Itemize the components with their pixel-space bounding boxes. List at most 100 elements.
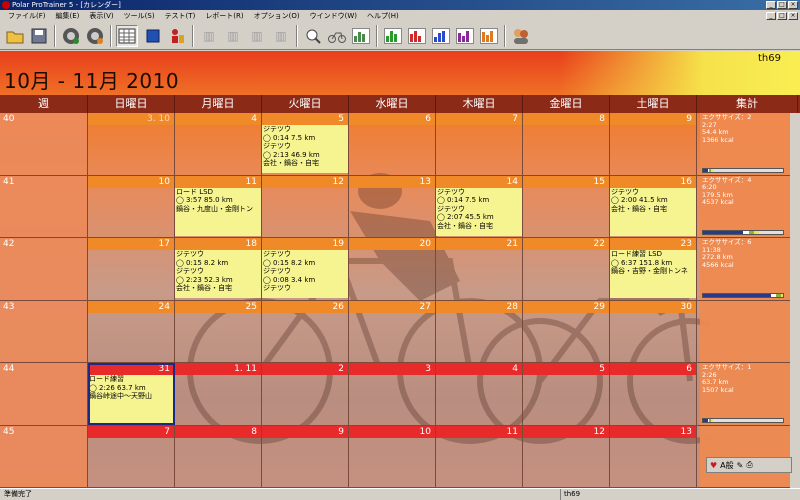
day-cell[interactable]: 3. 10 — [88, 113, 175, 175]
day-cell[interactable]: 20 — [349, 238, 436, 300]
mdi-restore-button[interactable]: □ — [777, 12, 787, 20]
graph-icon[interactable]: ▥ — [270, 25, 292, 47]
report-red-icon[interactable] — [406, 25, 428, 47]
day-cell[interactable]: 10 — [349, 425, 436, 487]
bike-icon[interactable] — [326, 25, 348, 47]
exercise-entry[interactable]: ロード LSD ◯ 3:57 85.0 km 鍋谷・九度山・金剛トン — [175, 187, 261, 236]
edit-icon[interactable]: ✎ — [737, 461, 744, 470]
menu-help[interactable]: ヘルプ(H) — [362, 10, 404, 22]
day-cell[interactable]: 14 ジテツウ ◯ 0:14 7.5 km ジテツウ ◯ 2:07 45.5 km 会社・… — [436, 175, 523, 237]
week-summary[interactable] — [700, 300, 800, 362]
day-cell[interactable]: 16 ジテツウ ◯ 2:00 41.5 km 会社・鍋谷・自宅 — [610, 175, 697, 237]
day-cell[interactable]: 4 — [175, 113, 262, 175]
maximize-button[interactable]: □ — [777, 1, 787, 9]
day-cell[interactable]: 12 — [262, 175, 349, 237]
mdi-close-button[interactable]: × — [788, 12, 798, 20]
report-green-icon[interactable] — [382, 25, 404, 47]
exercise-entry[interactable]: ジテツウ ◯ 0:15 8.2 km ジテツウ ◯ 0:08 3.4 km ジテツウ — [262, 250, 348, 298]
heart-icon[interactable]: ♥ — [710, 461, 717, 470]
day-cell[interactable]: 8 — [175, 425, 262, 487]
week-summary[interactable]: エクササイズ：2 2:27 54.4 km 1366 kcal — [700, 113, 800, 175]
day-cell[interactable]: 19 ジテツウ ◯ 0:15 8.2 km ジテツウ ◯ 0:08 3.4 km ジテツウ — [262, 238, 349, 300]
week-number[interactable]: 40 — [0, 113, 88, 175]
week-summary[interactable]: エクササイズ：4 6:20 179.5 km 4537 kcal — [700, 175, 800, 237]
minimize-button[interactable]: _ — [766, 1, 776, 9]
report-orange-icon[interactable] — [478, 25, 500, 47]
day-cell[interactable]: 17 — [88, 238, 175, 300]
day-cell[interactable]: 4 — [436, 363, 523, 425]
day-cell[interactable]: 13 — [610, 425, 697, 487]
day-cell[interactable]: 2 — [262, 363, 349, 425]
day-cell[interactable]: 10 — [88, 175, 175, 237]
day-cell[interactable]: 31 ロード練習 ◯ 2:26 63.7 km 鍋谷峠途中～天野山 — [88, 363, 175, 425]
graph-icon[interactable]: ▥ — [198, 25, 220, 47]
menu-file[interactable]: ファイル(F) — [3, 10, 51, 22]
exercise-entry[interactable]: ロード練習 ◯ 2:26 63.7 km 鍋谷峠途中～天野山 — [88, 375, 174, 423]
minitool-label[interactable]: A般 — [720, 460, 733, 471]
exercise-entry[interactable]: ロード練習 LSD ◯ 6:37 151.8 km 鍋谷・吉野・金剛トンネ — [610, 250, 696, 298]
day-cell[interactable]: 22 — [523, 238, 610, 300]
users-icon[interactable] — [510, 25, 532, 47]
week-number[interactable]: 41 — [0, 175, 88, 237]
save-icon[interactable] — [28, 25, 50, 47]
day-cell[interactable]: 5 — [523, 363, 610, 425]
day-cell[interactable]: 29 — [523, 300, 610, 362]
day-cell[interactable]: 26 — [262, 300, 349, 362]
menu-window[interactable]: ウインドウ(W) — [305, 10, 362, 22]
menu-view[interactable]: 表示(V) — [84, 10, 118, 22]
menu-tools[interactable]: ツール(S) — [119, 10, 160, 22]
calendar-view-icon[interactable] — [116, 25, 138, 47]
day-cell[interactable]: 6 — [610, 363, 697, 425]
graph-icon[interactable]: ▥ — [246, 25, 268, 47]
mdi-minimize-button[interactable]: _ — [766, 12, 776, 20]
report-blue-icon[interactable] — [430, 25, 452, 47]
day-cell[interactable]: 9 — [610, 113, 697, 175]
menu-test[interactable]: テスト(T) — [160, 10, 201, 22]
week-number[interactable]: 45 — [0, 425, 88, 487]
graph-icon[interactable] — [350, 25, 372, 47]
week-number[interactable]: 44 — [0, 363, 88, 425]
day-cell[interactable]: 9 — [262, 425, 349, 487]
week-number[interactable]: 42 — [0, 238, 88, 300]
day-cell[interactable]: 15 — [523, 175, 610, 237]
day-cell[interactable]: 1. 11 — [175, 363, 262, 425]
week-number[interactable]: 43 — [0, 300, 88, 362]
connect-icon[interactable] — [60, 25, 82, 47]
day-cell[interactable]: 23 ロード練習 LSD ◯ 6:37 151.8 km 鍋谷・吉野・金剛トンネ — [610, 238, 697, 300]
open-folder-icon[interactable] — [4, 25, 26, 47]
day-cell[interactable]: 8 — [523, 113, 610, 175]
day-cell[interactable]: 13 — [349, 175, 436, 237]
day-cell[interactable]: 6 — [349, 113, 436, 175]
report-purple-icon[interactable] — [454, 25, 476, 47]
day-cell[interactable]: 12 — [523, 425, 610, 487]
graph-icon[interactable]: ▥ — [222, 25, 244, 47]
print-icon[interactable]: ⎙ — [746, 460, 752, 470]
day-cell[interactable]: 7 — [88, 425, 175, 487]
exercise-entry[interactable]: ジテツウ ◯ 0:15 8.2 km ジテツウ ◯ 2:23 52.3 km 会社・鍋谷… — [175, 250, 261, 298]
day-cell[interactable]: 24 — [88, 300, 175, 362]
day-cell[interactable]: 11 ロード LSD ◯ 3:57 85.0 km 鍋谷・九度山・金剛トン — [175, 175, 262, 237]
day-cell[interactable]: 18 ジテツウ ◯ 0:15 8.2 km ジテツウ ◯ 2:23 52.3 km 会社・… — [175, 238, 262, 300]
day-cell[interactable]: 3 — [349, 363, 436, 425]
week-summary[interactable]: エクササイズ：6 11:38 272.8 km 4566 kcal — [700, 238, 800, 300]
day-cell[interactable]: 5 ジテツウ ◯ 0:14 7.5 km ジテツウ ◯ 2:13 46.9 km 会社・鍋… — [262, 113, 349, 175]
day-cell[interactable]: 30 — [610, 300, 697, 362]
exercise-entry[interactable]: ジテツウ ◯ 0:14 7.5 km ジテツウ ◯ 2:07 45.5 km 会社・鍋谷… — [436, 187, 522, 236]
menu-options[interactable]: オプション(O) — [249, 10, 305, 22]
exercise-entry[interactable]: ジテツウ ◯ 0:14 7.5 km ジテツウ ◯ 2:13 46.9 km 会社・鍋谷… — [262, 125, 348, 173]
day-cell[interactable]: 28 — [436, 300, 523, 362]
vertical-scrollbar[interactable] — [790, 113, 800, 488]
day-cell[interactable]: 7 — [436, 113, 523, 175]
receive-icon[interactable] — [84, 25, 106, 47]
menu-report[interactable]: レポート(R) — [200, 10, 248, 22]
day-cell[interactable]: 21 — [436, 238, 523, 300]
day-cell[interactable]: 27 — [349, 300, 436, 362]
close-button[interactable]: × — [788, 1, 798, 9]
day-cell[interactable]: 25 — [175, 300, 262, 362]
zoom-icon[interactable] — [302, 25, 324, 47]
week-summary[interactable]: エクササイズ：1 2:26 63.7 km 1507 kcal — [700, 363, 800, 425]
exercise-entry[interactable]: ジテツウ ◯ 2:00 41.5 km 会社・鍋谷・自宅 — [610, 187, 696, 236]
diary-icon[interactable] — [142, 25, 164, 47]
menu-edit[interactable]: 編集(E) — [51, 10, 85, 22]
person-test-icon[interactable] — [166, 25, 188, 47]
